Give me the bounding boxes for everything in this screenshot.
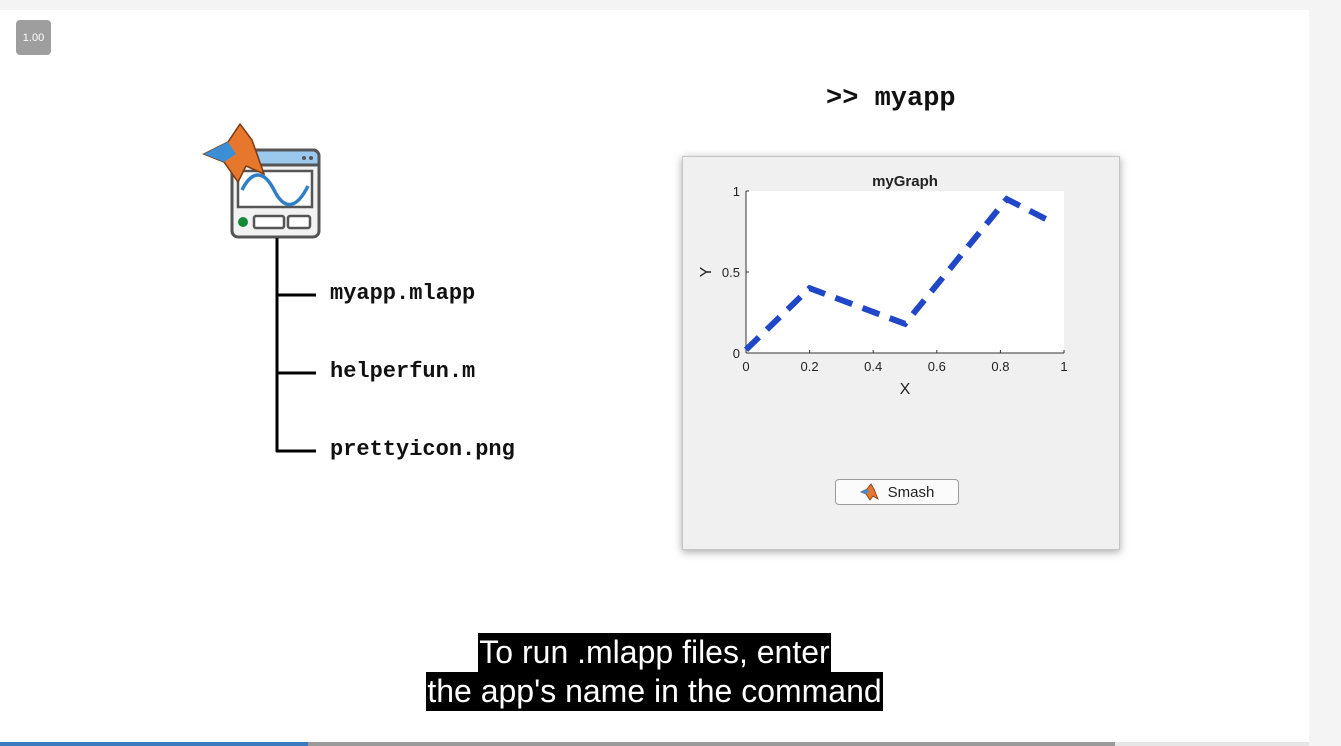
command-text: >> myapp (826, 84, 956, 114)
y-tick-label: 0 (733, 346, 740, 361)
x-axis-label: X (900, 381, 911, 398)
file-helperfun-m: helperfun.m (330, 359, 476, 384)
matlab-app-icon (202, 122, 321, 239)
x-tick-label: 1 (1060, 359, 1067, 374)
mygraph-chart: myGraph 0 0.2 0.4 0.6 0.8 1 0 0.5 1 X Y (698, 173, 1068, 398)
x-tick-label: 0.2 (801, 359, 819, 374)
player-gutter (1309, 0, 1341, 746)
y-tick-label: 1 (733, 184, 740, 199)
y-axis-label: Y (698, 266, 715, 277)
x-tick-label: 0.6 (928, 359, 946, 374)
video-progress-bar[interactable] (0, 742, 1309, 746)
y-tick-label: 0.5 (722, 265, 740, 280)
plot-area (746, 191, 1064, 353)
caption-line-1: To run .mlapp files, enter (478, 633, 831, 672)
playback-speed-badge[interactable]: 1.00 (16, 20, 51, 55)
matlab-logo-icon (859, 483, 879, 501)
file-tree-branches (275, 238, 316, 453)
x-tick-label: 0.8 (991, 359, 1009, 374)
x-tick-label: 0.4 (864, 359, 882, 374)
file-prettyicon-png: prettyicon.png (330, 437, 515, 462)
caption-line-2: the app's name in the command (426, 672, 883, 711)
smash-button[interactable]: Smash (835, 479, 959, 505)
subtitle-caption: To run .mlapp files, enter the app's nam… (0, 633, 1309, 711)
smash-button-label: Smash (887, 483, 935, 501)
app-figure-window: myGraph 0 0.2 0.4 0.6 0.8 1 0 0.5 1 X Y Smash (682, 156, 1120, 550)
x-tick-label: 0 (742, 359, 749, 374)
chart-title: myGraph (872, 173, 938, 190)
progress-played (0, 742, 308, 746)
file-myapp-mlapp: myapp.mlapp (330, 281, 476, 306)
